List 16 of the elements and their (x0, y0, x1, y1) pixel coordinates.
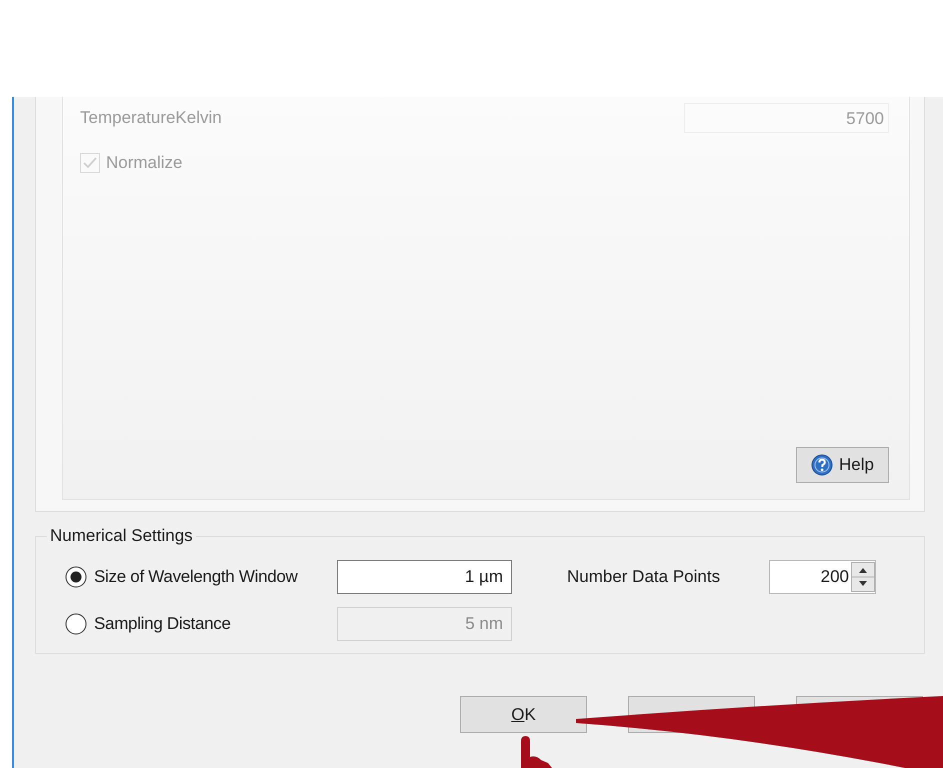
help-icon (811, 454, 834, 476)
checkbox[interactable] (80, 153, 100, 173)
radio-label: Size of Wavelength Window (94, 567, 299, 587)
checkbox-label: Normalize (106, 153, 183, 173)
radio-button[interactable] (65, 566, 87, 588)
ok-button[interactable]: OK (460, 696, 587, 733)
field-label: Number Data Points (567, 567, 722, 587)
input-field[interactable]: 1 µm (337, 560, 512, 594)
help-button[interactable]: Help (796, 447, 889, 483)
group-title: Numerical Settings (49, 526, 194, 546)
spinner-arrows-icon[interactable] (851, 562, 875, 592)
pointer-hand-icon (521, 736, 552, 768)
field-label: TemperatureKelvin (80, 108, 222, 128)
number-spinner[interactable]: 200 (769, 560, 876, 594)
radio-button[interactable] (65, 613, 87, 635)
radio-label: Sampling Distance (94, 614, 232, 634)
